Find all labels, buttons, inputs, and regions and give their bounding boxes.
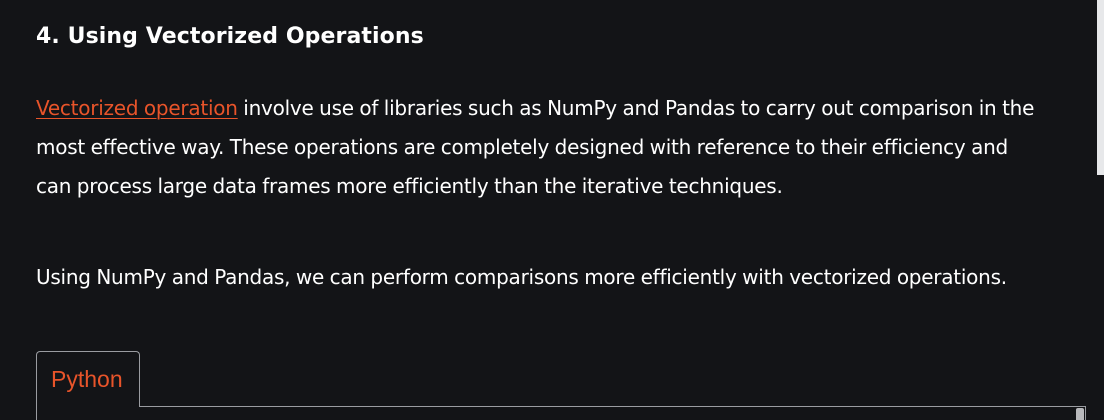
paragraph-numpy-pandas: Using NumPy and Pandas, we can perform c…: [36, 265, 1007, 289]
code-scrollbar-thumb[interactable]: [1076, 408, 1084, 420]
paragraph-vectorized-intro: Vectorized operation involve use of libr…: [36, 89, 1036, 206]
vectorized-operation-link[interactable]: Vectorized operation: [36, 96, 238, 120]
tab-python-label: Python: [51, 366, 123, 392]
section-heading: 4. Using Vectorized Operations: [36, 24, 424, 49]
code-block-panel: [36, 406, 1086, 420]
tab-python[interactable]: Python: [36, 351, 140, 407]
page-scrollbar-track: [1097, 0, 1104, 175]
